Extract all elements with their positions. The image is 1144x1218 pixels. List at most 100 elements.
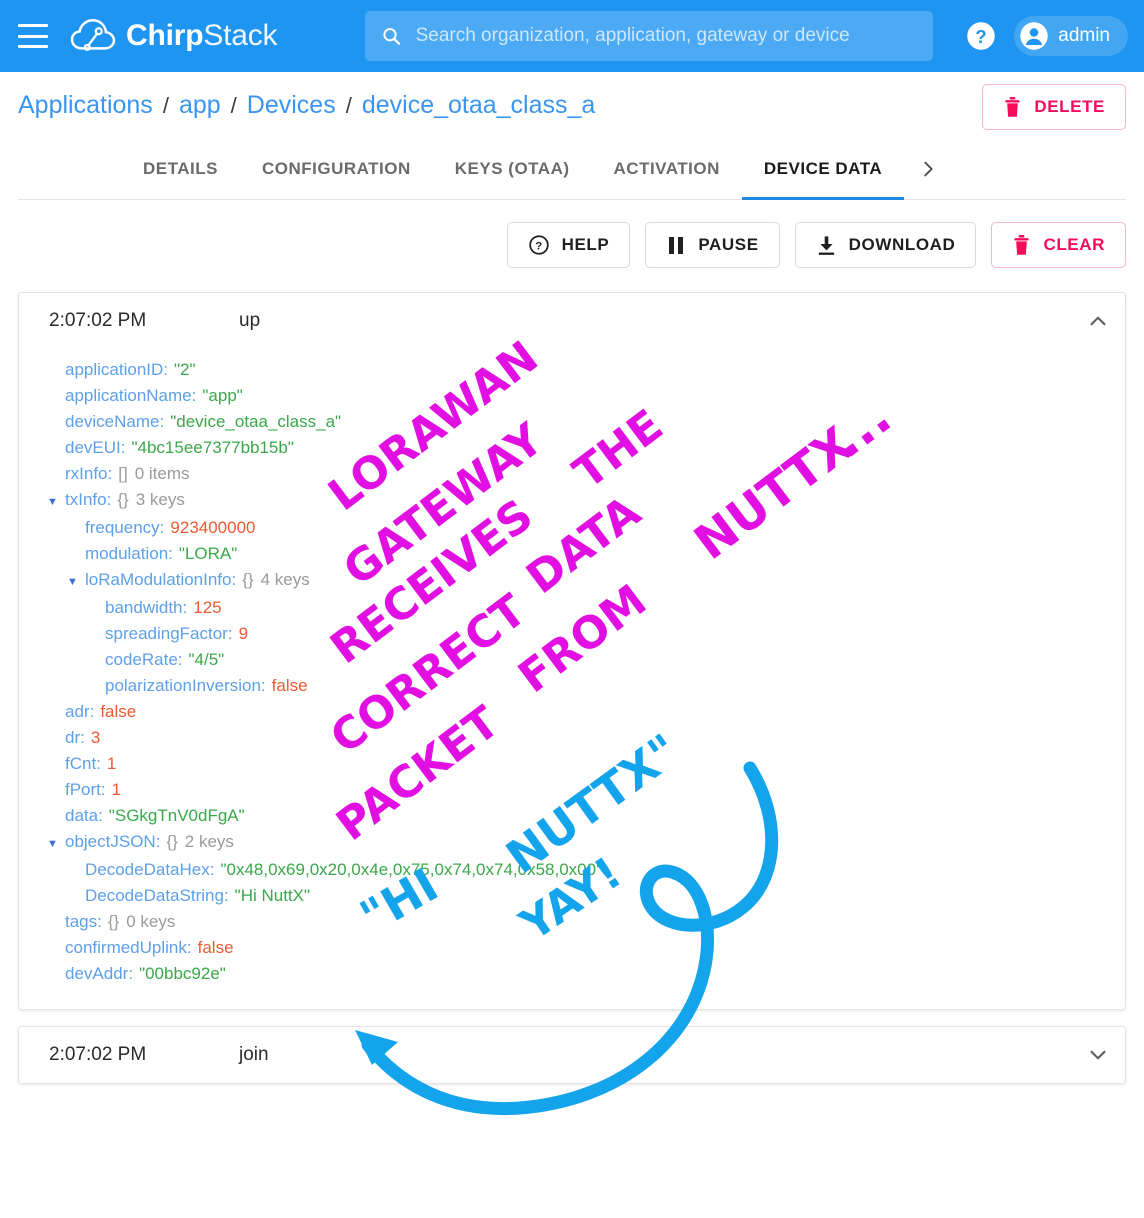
tab-configuration[interactable]: CONFIGURATION	[240, 138, 433, 199]
json-brace: {}	[117, 490, 129, 509]
breadcrumb-item-applications[interactable]: Applications	[18, 91, 153, 120]
pause-button-label: PAUSE	[698, 235, 759, 254]
json-colon: :	[96, 754, 101, 773]
breadcrumb-item-devices[interactable]: Devices	[247, 91, 336, 120]
event-list: 2:07:02 PM up applicationID: "2" applicati…	[0, 268, 1144, 1084]
event-time: 2:07:02 PM	[49, 1044, 147, 1065]
json-value: "00bbc92e"	[139, 964, 226, 983]
json-colon: :	[106, 490, 112, 509]
hamburger-icon[interactable]	[18, 24, 48, 48]
json-value: 3	[90, 728, 101, 747]
json-row: confirmedUplink: false	[19, 935, 1125, 961]
json-meta: 3 keys	[135, 490, 185, 509]
json-row: fCnt:1	[19, 751, 1125, 777]
tab-left-spacer	[18, 138, 121, 199]
json-colon: :	[182, 598, 188, 617]
help-circle-icon[interactable]: ?	[966, 21, 996, 51]
breadcrumb-item-device[interactable]: device_otaa_class_a	[362, 91, 596, 120]
breadcrumb-row: Applications / app / Devices / device_ot…	[0, 72, 1144, 138]
json-colon: :	[128, 964, 134, 983]
json-key: DecodeDataHex	[85, 860, 210, 879]
json-value: "app"	[202, 386, 243, 405]
tab-keys-otaa[interactable]: KEYS (OTAA)	[433, 138, 592, 199]
expand-triangle-icon[interactable]: ▼	[67, 569, 83, 595]
json-key: devEUI	[65, 438, 121, 457]
json-key: devAddr	[65, 964, 129, 983]
json-key: tags	[65, 912, 98, 931]
json-value: "0x48,0x69,0x20,0x4e,0x75,0x74,0x74,0x58…	[220, 860, 603, 879]
expand-triangle-icon[interactable]: ▼	[47, 831, 63, 857]
chirpstack-logo[interactable]: ChirpStack	[70, 16, 278, 56]
event-card-join: 2:07:02 PM join	[18, 1026, 1126, 1084]
json-key: fPort	[65, 780, 101, 799]
collapse-toggle[interactable]	[1085, 308, 1111, 334]
json-colon: :	[163, 360, 169, 379]
help-button[interactable]: ? HELP	[506, 222, 631, 268]
breadcrumb-separator: /	[345, 92, 352, 118]
expand-triangle-icon[interactable]: ▼	[47, 489, 63, 515]
user-menu-button[interactable]: admin	[1014, 16, 1128, 56]
tab-activation[interactable]: ACTIVATION	[592, 138, 742, 199]
json-row: deviceName: "device_otaa_class_a"	[19, 409, 1125, 435]
json-key: data	[65, 806, 99, 825]
download-button[interactable]: DOWNLOAD	[794, 222, 977, 268]
json-value: false	[271, 676, 308, 695]
json-brace: []	[118, 464, 128, 483]
event-card-up: 2:07:02 PM up applicationID: "2" applicati…	[18, 292, 1126, 1010]
json-key: DecodeDataString	[85, 886, 224, 905]
json-brace: {}	[107, 912, 120, 931]
json-key: dr	[65, 728, 81, 747]
json-row: bandwidth:125	[19, 595, 1125, 621]
download-button-label: DOWNLOAD	[848, 235, 956, 254]
json-row: applicationName: "app"	[19, 383, 1125, 409]
global-search[interactable]	[365, 11, 933, 61]
json-row: fPort:1	[19, 777, 1125, 803]
json-colon: :	[89, 702, 95, 721]
json-row: devEUI: "4bc15ee7377bb15b"	[19, 435, 1125, 461]
account-circle-icon	[1020, 22, 1048, 50]
json-row: data: "SGkgTnV0dFgA"	[19, 803, 1125, 829]
json-key: fCnt	[65, 754, 97, 773]
svg-text:?: ?	[535, 240, 543, 252]
clear-button[interactable]: CLEAR	[991, 222, 1126, 268]
json-key: bandwidth	[105, 598, 183, 617]
expand-toggle[interactable]	[1085, 1042, 1111, 1068]
chevron-up-icon	[1090, 316, 1106, 326]
brand-text: ChirpStack	[126, 19, 278, 53]
search-input[interactable]	[415, 25, 917, 47]
tab-scroll-next-button[interactable]	[904, 138, 952, 199]
breadcrumb: Applications / app / Devices / device_ot…	[18, 91, 595, 120]
json-key: applicationID	[65, 360, 164, 379]
json-value: "4bc15ee7377bb15b"	[131, 438, 294, 457]
event-time: 2:07:02 PM	[49, 310, 147, 331]
json-key: objectJSON	[65, 832, 156, 851]
json-value: 1	[111, 780, 122, 799]
breadcrumb-item-app[interactable]: app	[179, 91, 221, 120]
page-root: ChirpStack ? admin	[0, 0, 1144, 1218]
event-json-tree: applicationID: "2" applicationName: "app" de…	[19, 349, 1125, 1009]
json-brace: {}	[166, 832, 178, 851]
json-value: 125	[193, 598, 222, 617]
app-bar-right: ? admin	[966, 0, 1128, 72]
json-value: 1	[106, 754, 117, 773]
json-row: rxInfo: [] 0 items	[19, 461, 1125, 487]
tab-device-data[interactable]: DEVICE DATA	[741, 138, 905, 200]
pause-button[interactable]: PAUSE	[645, 222, 780, 268]
json-colon: :	[107, 464, 113, 483]
json-row: DecodeDataHex: "0x48,0x69,0x20,0x4e,0x75,…	[19, 857, 1125, 883]
tab-details[interactable]: DETAILS	[121, 138, 240, 199]
chevron-right-icon	[924, 161, 933, 176]
json-colon: :	[98, 806, 103, 825]
pause-icon	[669, 236, 684, 254]
json-key: deviceName	[65, 412, 160, 431]
event-card-header[interactable]: 2:07:02 PM up	[19, 293, 1125, 349]
json-value: 923400000	[170, 518, 256, 537]
delete-button[interactable]: DELETE	[982, 84, 1126, 130]
json-meta: 2 keys	[184, 832, 234, 851]
json-key: confirmedUplink	[65, 938, 187, 957]
json-brace: {}	[242, 570, 254, 589]
event-card-header[interactable]: 2:07:02 PM join	[19, 1027, 1125, 1083]
json-colon: :	[159, 412, 165, 431]
json-colon: :	[155, 832, 161, 851]
json-colon: :	[100, 780, 106, 799]
